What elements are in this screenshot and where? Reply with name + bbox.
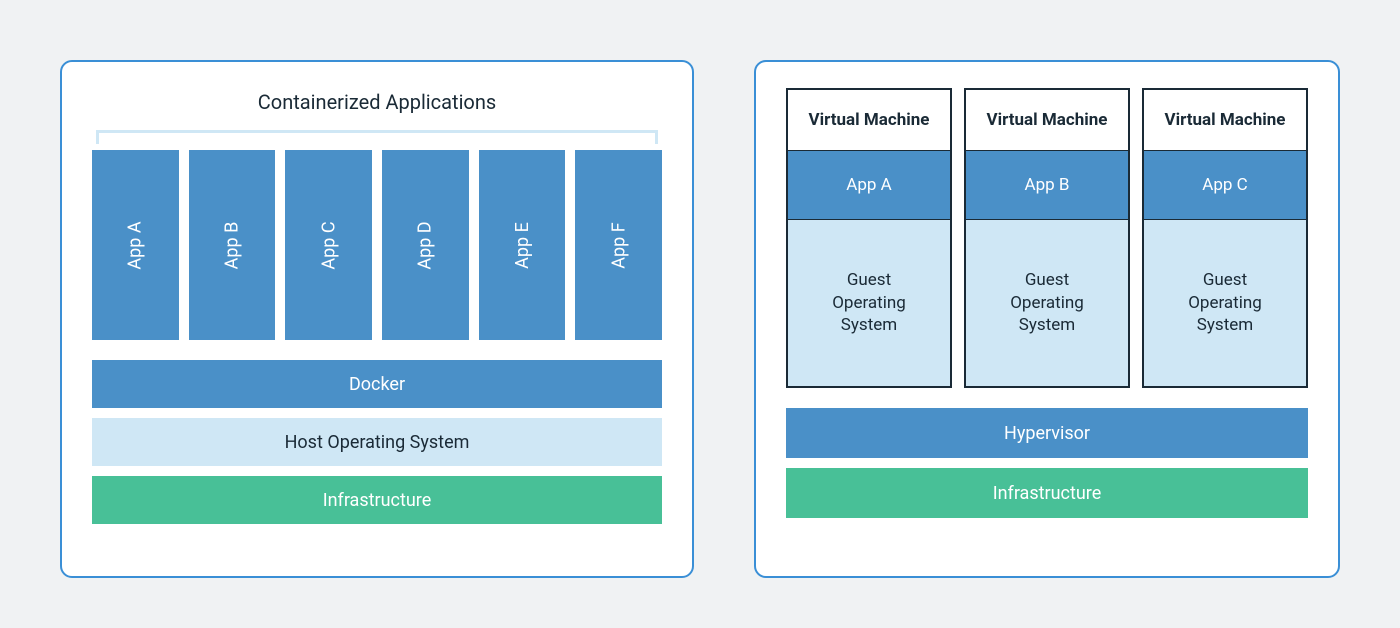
container-apps-row: App A App B App C App D App E App F [92, 150, 662, 340]
container-app-label: App B [222, 221, 243, 269]
docker-layer: Docker [92, 360, 662, 408]
container-app: App F [575, 150, 662, 340]
vm-app-layer: App C [1144, 150, 1306, 220]
container-app-label: App A [125, 221, 146, 269]
vm-title: Virtual Machine [788, 90, 950, 150]
vms-panel: Virtual Machine App A GuestOperatingSyst… [754, 60, 1340, 578]
vms-row: Virtual Machine App A GuestOperatingSyst… [786, 88, 1308, 388]
apps-bracket [96, 130, 658, 144]
vm-guest-os-layer: GuestOperatingSystem [1144, 220, 1306, 386]
vm-column: Virtual Machine App C GuestOperatingSyst… [1142, 88, 1308, 388]
container-app-label: App D [415, 221, 436, 269]
container-app: App D [382, 150, 469, 340]
vm-title: Virtual Machine [1144, 90, 1306, 150]
container-app: App A [92, 150, 179, 340]
infrastructure-layer: Infrastructure [92, 476, 662, 524]
container-app: App C [285, 150, 372, 340]
vm-app-layer: App A [788, 150, 950, 220]
vm-guest-os-layer: GuestOperatingSystem [788, 220, 950, 386]
host-os-layer: Host Operating System [92, 418, 662, 466]
vm-column: Virtual Machine App B GuestOperatingSyst… [964, 88, 1130, 388]
vm-guest-os-layer: GuestOperatingSystem [966, 220, 1128, 386]
infrastructure-layer: Infrastructure [786, 468, 1308, 518]
container-app-label: App E [512, 222, 533, 269]
vm-title: Virtual Machine [966, 90, 1128, 150]
containers-panel: Containerized Applications App A App B A… [60, 60, 694, 578]
container-app: App E [479, 150, 566, 340]
diagram-canvas: Containerized Applications App A App B A… [0, 0, 1400, 628]
hypervisor-layer: Hypervisor [786, 408, 1308, 458]
containers-title: Containerized Applications [92, 90, 662, 114]
vm-app-layer: App B [966, 150, 1128, 220]
container-app-label: App C [318, 221, 339, 269]
vm-column: Virtual Machine App A GuestOperatingSyst… [786, 88, 952, 388]
container-app-label: App F [608, 222, 629, 268]
container-app: App B [189, 150, 276, 340]
